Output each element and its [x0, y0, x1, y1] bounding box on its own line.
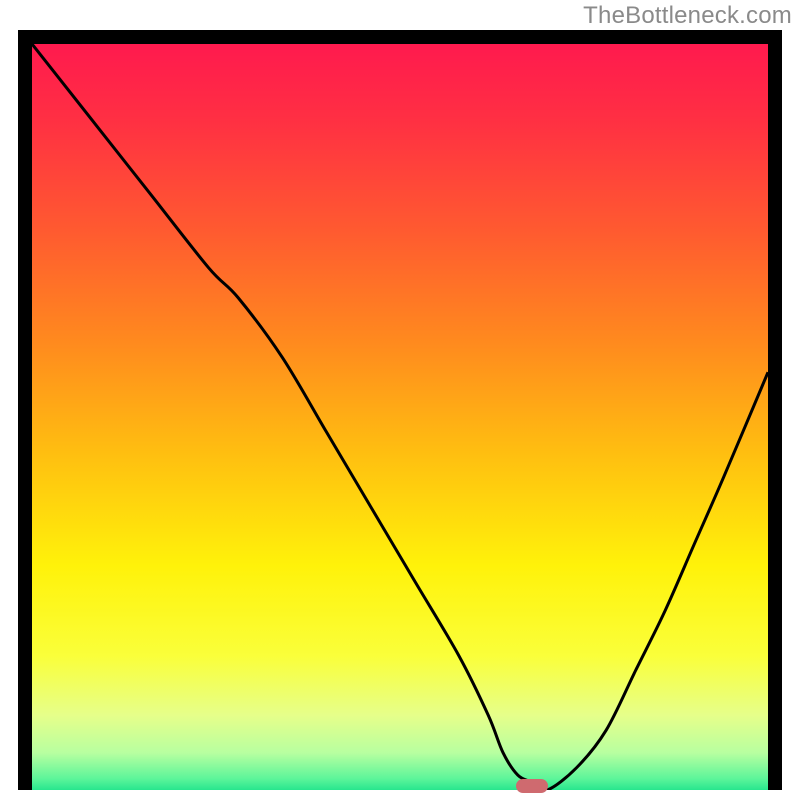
optimal-marker	[516, 779, 548, 793]
chart-container: TheBottleneck.com	[0, 0, 800, 800]
plot-area	[32, 44, 768, 790]
plot-svg	[32, 44, 768, 790]
watermark-text: TheBottleneck.com	[583, 2, 792, 30]
heatmap-background	[32, 44, 768, 790]
